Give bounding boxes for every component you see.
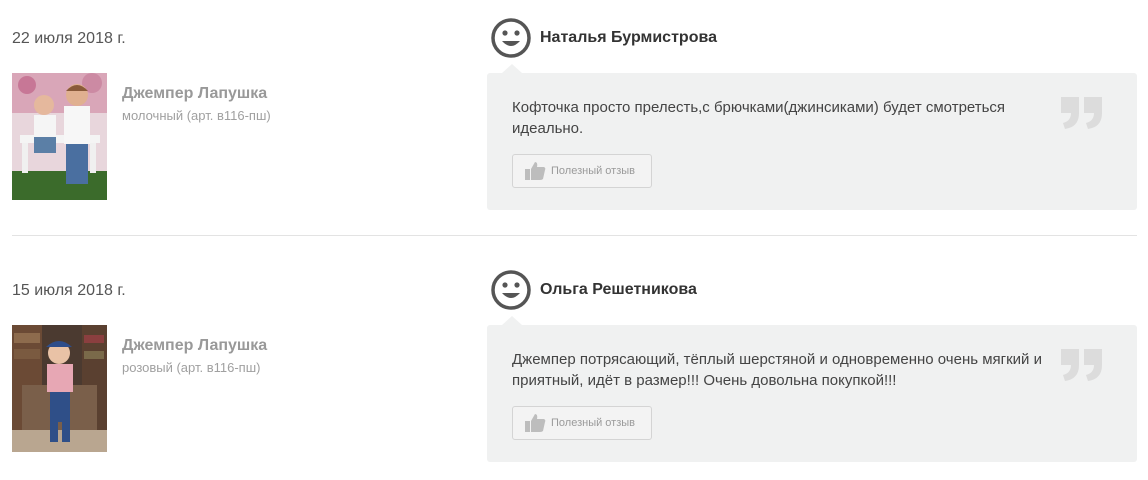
review-date: 22 июля 2018 г. [12, 30, 126, 47]
product-thumbnail[interactable] [12, 73, 107, 200]
thumbs-up-icon [524, 413, 546, 433]
useful-review-button[interactable]: Полезный отзыв [512, 406, 652, 440]
review-bubble: Кофточка просто прелесть,с брючками(джин… [487, 64, 1137, 210]
review-divider [12, 235, 1137, 236]
useful-review-label: Полезный отзыв [551, 165, 636, 177]
useful-review-button[interactable]: Полезный отзыв [512, 154, 652, 188]
product-name-link[interactable]: Джемпер Лапушка [122, 337, 267, 355]
quote-icon [1059, 95, 1105, 131]
review-author: Наталья Бурмистрова [540, 29, 717, 46]
smiley-icon [490, 269, 532, 311]
review-author: Ольга Решетникова [540, 281, 697, 298]
review-bubble: Джемпер потрясающий, тёплый шерстяной и … [487, 316, 1137, 462]
product-variant: розовый (арт. в116-пш) [122, 360, 261, 375]
smiley-icon [490, 17, 532, 59]
useful-review-label: Полезный отзыв [551, 417, 636, 429]
product-thumbnail[interactable] [12, 325, 107, 452]
review-date: 15 июля 2018 г. [12, 282, 126, 299]
thumbs-up-icon [524, 161, 546, 181]
review-text: Джемпер потрясающий, тёплый шерстяной и … [512, 351, 1042, 389]
product-name-link[interactable]: Джемпер Лапушка [122, 85, 267, 103]
quote-icon [1059, 347, 1105, 383]
review-text: Кофточка просто прелесть,с брючками(джин… [512, 99, 1006, 137]
product-variant: молочный (арт. в116-пш) [122, 108, 271, 123]
